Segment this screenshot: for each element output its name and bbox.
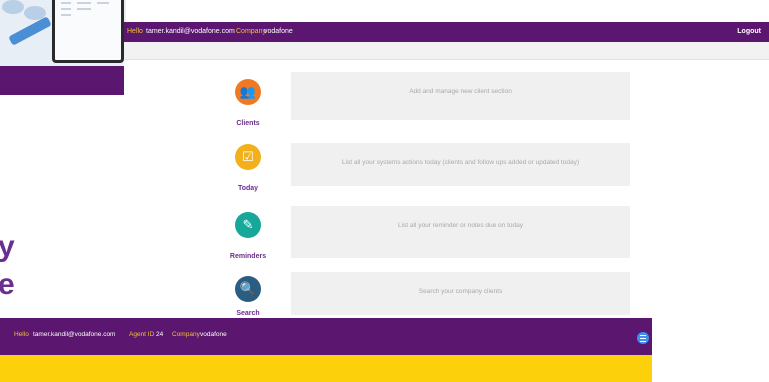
clients-icon[interactable]: 👥 — [235, 79, 261, 105]
company-label: Company — [236, 28, 266, 35]
logout-link[interactable]: Logout — [737, 28, 761, 35]
mobile-banner — [0, 355, 652, 382]
sub-bar — [124, 42, 769, 59]
section-description: List all your systems actions today (cli… — [341, 159, 580, 166]
mobile-agent-label: Agent ID — [129, 331, 155, 338]
hello-label: Hello — [127, 28, 143, 35]
section-description: Add and manage new client section — [409, 88, 512, 95]
mobile-hello-label: Hello — [14, 331, 29, 338]
section-description: Search your company clients — [418, 288, 503, 295]
header-divider — [124, 59, 769, 60]
reminder-note-icon-glyph: ✎ — [242, 217, 254, 232]
pen-decoration — [8, 16, 52, 46]
nav-item-label-clients[interactable]: Clients — [218, 120, 278, 127]
section-panel-reminders[interactable]: List all your reminder or notes due on t… — [291, 206, 630, 258]
today-checklist-icon[interactable]: ☑ — [235, 144, 261, 170]
company-value: vodafone — [264, 28, 293, 35]
mobile-top-bar: Hello tamer.kandil@vodafone.com Agent ID… — [0, 318, 652, 355]
section-panel-today[interactable]: List all your systems actions today (cli… — [291, 143, 630, 186]
reminder-note-icon[interactable]: ✎ — [235, 212, 261, 238]
user-email: tamer.kandil@vodafone.com — [146, 28, 235, 35]
mobile-agent-value: 24 — [156, 331, 164, 338]
nav-item-label-today[interactable]: Today — [218, 185, 278, 192]
promo-heading-fragment: e — [0, 268, 15, 301]
section-panel-clients[interactable]: Add and manage new client section — [291, 72, 630, 120]
nav-item-label-search[interactable]: Search — [218, 310, 278, 317]
cup-decoration — [2, 0, 24, 14]
search-document-icon-glyph: 🔍 — [239, 281, 257, 296]
laptop-screen — [52, 0, 124, 63]
search-document-icon[interactable]: 🔍 — [235, 276, 261, 302]
mobile-company-value: vodafone — [200, 331, 227, 338]
laptop-image — [0, 0, 126, 66]
mobile-user-email: tamer.kandil@vodafone.com — [33, 331, 116, 338]
section-panel-search[interactable]: Search your company clients — [291, 272, 630, 315]
mobile-company-label: Company — [172, 331, 200, 338]
promo-strip — [0, 66, 126, 95]
nav-item-label-reminders[interactable]: Reminders — [218, 253, 278, 260]
today-checklist-icon-glyph: ☑ — [242, 149, 254, 164]
top-bar: Hello tamer.kandil@vodafone.com Company … — [124, 22, 769, 42]
promo-heading-fragment: y — [0, 230, 15, 263]
section-description: List all your reminder or notes due on t… — [397, 222, 523, 229]
hamburger-menu-icon[interactable] — [637, 332, 649, 344]
clients-icon-glyph: 👥 — [239, 84, 257, 99]
